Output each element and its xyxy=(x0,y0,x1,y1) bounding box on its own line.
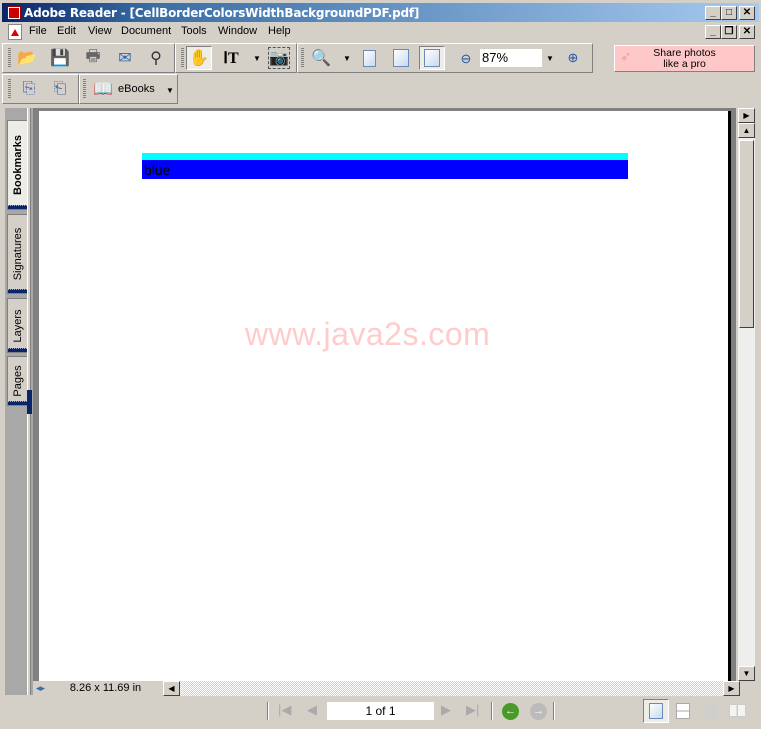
toolbar-grip[interactable] xyxy=(8,48,11,68)
separator xyxy=(267,702,269,720)
separator xyxy=(491,702,493,720)
table-cell-top-border xyxy=(142,153,628,160)
select-text-icon[interactable]: ⅠT xyxy=(220,47,242,69)
pdf-page xyxy=(39,111,731,681)
rotate-counterclockwise-icon[interactable]: ⎗ xyxy=(49,78,71,100)
page-size-label: 8.26 x 11.69 in xyxy=(48,681,163,696)
single-page-view-button[interactable] xyxy=(643,699,669,723)
facing-view-icon[interactable] xyxy=(729,704,746,717)
file-toolbar: 📂 💾 🖶 ✉ ⚲ xyxy=(2,43,175,73)
scroll-right-button[interactable]: ▶ xyxy=(723,681,740,696)
tools-toolbar: ✋ ⅠT ▼ 📷 xyxy=(175,43,297,73)
toolbar-grip[interactable] xyxy=(8,79,11,99)
ad-line-2: like a pro xyxy=(663,58,706,70)
table-cell-text: blue xyxy=(144,162,171,178)
zoom-level-input[interactable]: 87% xyxy=(480,49,542,67)
rotate-toolbar: ⎘ ⎗ xyxy=(2,74,79,104)
doc-restore-button[interactable]: ❐ xyxy=(721,25,737,39)
save-icon[interactable]: 💾 xyxy=(49,47,71,69)
toolbar-grip[interactable] xyxy=(181,48,184,68)
zoom-in-icon[interactable]: ⊕ xyxy=(562,47,584,69)
select-tool-dropdown[interactable]: ▼ xyxy=(253,54,261,63)
scroll-down-button[interactable]: ▼ xyxy=(738,666,755,681)
window-title: Adobe Reader - [CellBorderColorsWidthBac… xyxy=(24,5,420,20)
splitter-handle[interactable] xyxy=(27,390,32,414)
split-handle-icon[interactable]: ◂▸ xyxy=(33,681,48,696)
actual-size-icon[interactable] xyxy=(358,47,380,69)
menu-bar: File Edit View Document Tools Window Hel… xyxy=(0,23,761,42)
menu-view[interactable]: View xyxy=(88,25,112,37)
vertical-scroll-thumb[interactable] xyxy=(739,140,754,328)
fit-width-icon[interactable] xyxy=(419,46,445,70)
share-arrow-icon: ➶ xyxy=(620,48,632,64)
zoom-tool-dropdown[interactable]: ▼ xyxy=(343,54,351,63)
menu-file[interactable]: File xyxy=(29,25,47,37)
continuous-facing-view-icon[interactable] xyxy=(703,703,717,719)
rotate-clockwise-icon[interactable]: ⎘ xyxy=(18,78,40,100)
zoom-level-dropdown[interactable]: ▼ xyxy=(546,54,554,63)
menu-window[interactable]: Window xyxy=(218,25,257,37)
toolbar-grip[interactable] xyxy=(301,48,304,68)
doc-minimize-button[interactable]: _ xyxy=(705,25,721,39)
nav-pane-toggle-button[interactable]: ▶ xyxy=(738,108,755,123)
hand-tool-icon[interactable]: ✋ xyxy=(186,46,212,70)
watermark-text: www.java2s.com xyxy=(245,316,491,352)
separator xyxy=(553,702,555,720)
doc-close-button[interactable]: ✕ xyxy=(739,25,755,39)
last-page-icon[interactable]: ▶| xyxy=(466,702,479,718)
tab-signatures[interactable]: Signatures xyxy=(7,214,27,294)
print-icon[interactable]: 🖶 xyxy=(82,47,104,69)
next-page-icon[interactable]: ▶ xyxy=(441,702,451,718)
first-page-icon[interactable]: |◀ xyxy=(278,702,291,718)
zoom-in-tool-icon[interactable]: 🔍 xyxy=(310,47,332,69)
go-forward-icon[interactable]: → xyxy=(530,703,547,720)
tab-pages[interactable]: Pages xyxy=(7,356,27,406)
navigation-pane: Bookmarks Signatures Layers Pages xyxy=(5,108,33,695)
previous-page-icon[interactable]: ◀ xyxy=(307,702,317,718)
menu-edit[interactable]: Edit xyxy=(57,25,76,37)
title-bar: Adobe Reader - [CellBorderColorsWidthBac… xyxy=(2,3,759,22)
menu-tools[interactable]: Tools xyxy=(181,25,207,37)
tab-layers[interactable]: Layers xyxy=(7,298,27,353)
zoom-out-icon[interactable]: ⊖ xyxy=(455,48,477,70)
open-icon[interactable]: 📂 xyxy=(16,47,38,69)
document-icon[interactable] xyxy=(8,24,22,40)
fit-page-icon[interactable] xyxy=(390,47,412,69)
email-icon[interactable]: ✉ xyxy=(114,47,136,69)
ebooks-toolbar: 📖 eBooks ▼ xyxy=(79,74,178,104)
go-back-icon[interactable]: ← xyxy=(502,703,519,720)
ebooks-dropdown[interactable]: ▼ xyxy=(166,86,174,95)
page-number-input[interactable]: 1 of 1 xyxy=(327,702,434,720)
scroll-left-button[interactable]: ◀ xyxy=(163,681,180,696)
ebooks-label[interactable]: eBooks xyxy=(118,83,155,95)
maximize-button[interactable]: □ xyxy=(721,6,737,20)
snapshot-icon[interactable]: 📷 xyxy=(268,47,290,69)
menu-help[interactable]: Help xyxy=(268,25,291,37)
close-button[interactable]: ✕ xyxy=(739,6,755,20)
table-cell: blue xyxy=(142,160,628,179)
ebooks-icon[interactable]: 📖 xyxy=(92,78,114,100)
continuous-view-icon[interactable] xyxy=(676,703,690,719)
share-photos-ad-button[interactable]: ➶ Share photos like a pro xyxy=(614,45,755,72)
minimize-button[interactable]: _ xyxy=(705,6,721,20)
scroll-up-button[interactable]: ▲ xyxy=(738,123,755,138)
toolbar-grip[interactable] xyxy=(83,79,86,99)
tab-bookmarks[interactable]: Bookmarks xyxy=(7,120,27,210)
menu-document[interactable]: Document xyxy=(121,25,171,37)
search-icon[interactable]: ⚲ xyxy=(145,47,167,69)
single-page-icon xyxy=(649,703,663,719)
adobe-reader-icon xyxy=(7,5,21,20)
